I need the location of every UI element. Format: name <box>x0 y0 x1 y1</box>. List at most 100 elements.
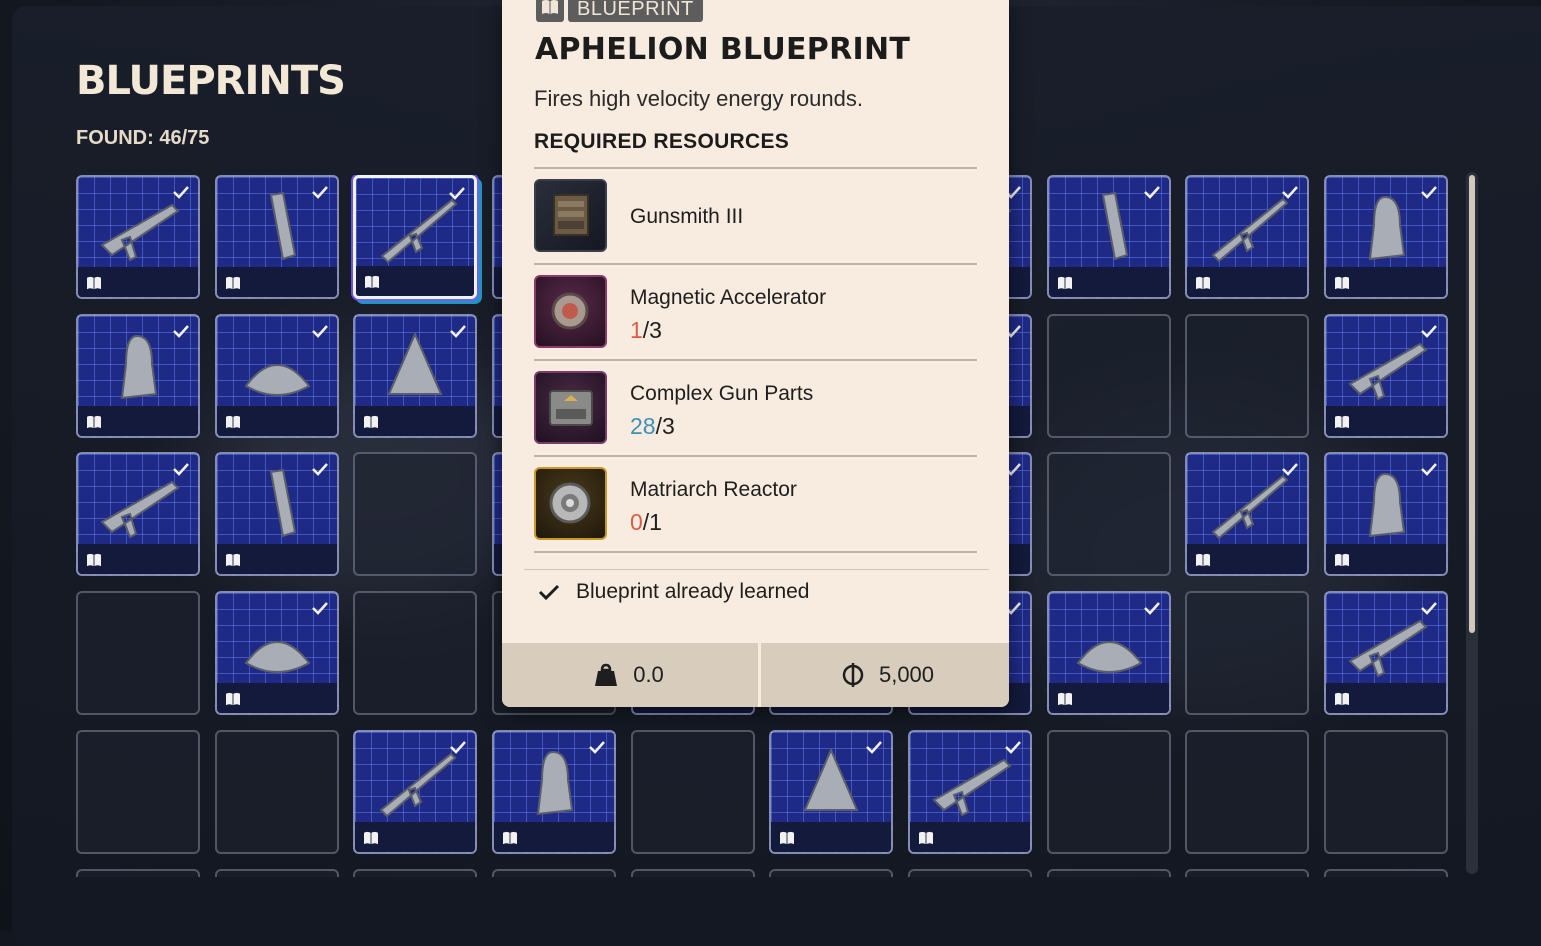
book-icon <box>87 276 101 290</box>
blueprint-item-image <box>932 758 1012 817</box>
blueprint-item-image <box>244 364 311 396</box>
resource-row: Matriarch Reactor 0/1 <box>534 456 977 550</box>
blueprint-slot[interactable] <box>1185 452 1309 576</box>
blueprint-slot[interactable] <box>76 314 200 438</box>
blueprint-slot[interactable] <box>215 175 339 299</box>
check-icon <box>1421 463 1437 476</box>
empty-blueprint-slot[interactable] <box>1185 591 1309 715</box>
blueprint-slot[interactable] <box>1324 452 1448 576</box>
book-icon <box>87 415 101 429</box>
blueprint-slot[interactable] <box>1324 314 1448 438</box>
blueprint-slot[interactable] <box>215 452 339 576</box>
empty-blueprint-slot[interactable] <box>1185 869 1309 877</box>
blueprint-item-image <box>387 331 443 395</box>
blueprint-slot[interactable] <box>76 452 200 576</box>
blueprint-slot[interactable] <box>492 730 616 854</box>
blueprint-slot[interactable] <box>1185 175 1309 299</box>
empty-blueprint-slot[interactable] <box>1185 314 1309 438</box>
empty-blueprint-slot[interactable] <box>76 869 200 877</box>
blueprint-slot[interactable] <box>769 730 893 854</box>
blueprint-slot[interactable] <box>215 591 339 715</box>
blueprint-slot[interactable] <box>353 314 477 438</box>
book-icon <box>1335 692 1349 706</box>
blueprint-slot[interactable] <box>76 175 200 299</box>
empty-blueprint-slot[interactable] <box>631 730 755 854</box>
book-icon <box>226 415 240 429</box>
type-tag: BLUEPRINT <box>536 0 703 22</box>
tooltip-footer: 0.0 5,000 <box>502 643 1009 707</box>
empty-blueprint-slot[interactable] <box>1047 869 1171 877</box>
resource-row: Gunsmith III <box>534 168 977 262</box>
blueprint-item-image <box>1368 472 1406 538</box>
book-icon <box>1335 553 1349 567</box>
empty-blueprint-slot[interactable] <box>908 869 1032 877</box>
book-icon <box>780 831 794 845</box>
blueprint-slot[interactable] <box>1324 591 1448 715</box>
book-icon <box>226 692 240 706</box>
resource-name: Magnetic Accelerator <box>630 286 827 309</box>
found-counter: FOUND: 46/75 <box>76 127 210 149</box>
check-icon <box>1282 463 1298 476</box>
empty-blueprint-slot[interactable] <box>76 591 200 715</box>
blueprint-item-image <box>1348 342 1428 401</box>
blueprint-slot[interactable] <box>215 314 339 438</box>
matriarch-reactor-icon <box>534 467 607 540</box>
empty-blueprint-slot[interactable] <box>215 869 339 877</box>
empty-blueprint-slot[interactable] <box>492 869 616 877</box>
check-icon <box>173 463 189 476</box>
workbench-icon <box>534 179 607 252</box>
blueprint-slot[interactable] <box>1047 591 1171 715</box>
book-icon <box>1196 553 1210 567</box>
empty-blueprint-slot[interactable] <box>631 869 755 877</box>
coin-icon <box>842 663 864 687</box>
empty-blueprint-slot[interactable] <box>1047 314 1171 438</box>
empty-blueprint-slot[interactable] <box>1047 730 1171 854</box>
book-icon <box>1058 692 1072 706</box>
empty-blueprint-slot[interactable] <box>215 730 339 854</box>
blueprint-slot[interactable] <box>353 175 477 299</box>
empty-blueprint-slot[interactable] <box>1324 869 1448 877</box>
blueprint-item-image <box>244 641 311 673</box>
blueprint-slot[interactable] <box>908 730 1032 854</box>
check-icon <box>866 741 882 754</box>
empty-blueprint-slot[interactable] <box>1047 452 1171 576</box>
blueprint-item-image <box>120 334 158 400</box>
gun-parts-case-icon <box>534 371 607 444</box>
empty-blueprint-slot[interactable] <box>353 452 477 576</box>
book-icon <box>1058 276 1072 290</box>
resource-count: 0/1 <box>630 509 662 535</box>
blueprint-item-image <box>100 480 180 539</box>
empty-blueprint-slot[interactable] <box>76 730 200 854</box>
blueprint-slot[interactable] <box>1047 175 1171 299</box>
blueprint-item-image <box>269 191 297 261</box>
book-icon <box>226 553 240 567</box>
check-icon <box>450 741 466 754</box>
blueprint-item-image <box>803 747 859 811</box>
check-icon <box>1144 602 1160 615</box>
scrollbar-thumb[interactable] <box>1469 175 1475 633</box>
price-value: 5,000 <box>878 662 935 687</box>
resource-row: Magnetic Accelerator 1/3 <box>534 264 977 358</box>
empty-blueprint-slot[interactable] <box>769 869 893 877</box>
book-icon <box>364 831 378 845</box>
check-icon <box>1421 325 1437 338</box>
book-icon <box>1335 276 1349 290</box>
blueprint-slot[interactable] <box>1324 175 1448 299</box>
empty-blueprint-slot[interactable] <box>353 591 477 715</box>
required-resources-heading: REQUIRED RESOURCES <box>534 130 790 153</box>
learned-status-label: Blueprint already learned <box>576 580 810 603</box>
empty-blueprint-slot[interactable] <box>1324 730 1448 854</box>
resource-row: Complex Gun Parts 28/3 <box>534 360 977 454</box>
check-icon <box>449 187 465 200</box>
empty-blueprint-slot[interactable] <box>353 869 477 877</box>
check-icon <box>173 186 189 199</box>
check-icon <box>1421 186 1437 199</box>
empty-blueprint-slot[interactable] <box>1185 730 1309 854</box>
book-icon <box>365 275 379 289</box>
resource-count: 1/3 <box>630 317 662 343</box>
check-icon <box>1421 602 1437 615</box>
blueprint-item-image <box>1348 619 1428 678</box>
blueprint-slot[interactable] <box>353 730 477 854</box>
book-icon <box>536 0 564 22</box>
check-icon <box>450 325 466 338</box>
